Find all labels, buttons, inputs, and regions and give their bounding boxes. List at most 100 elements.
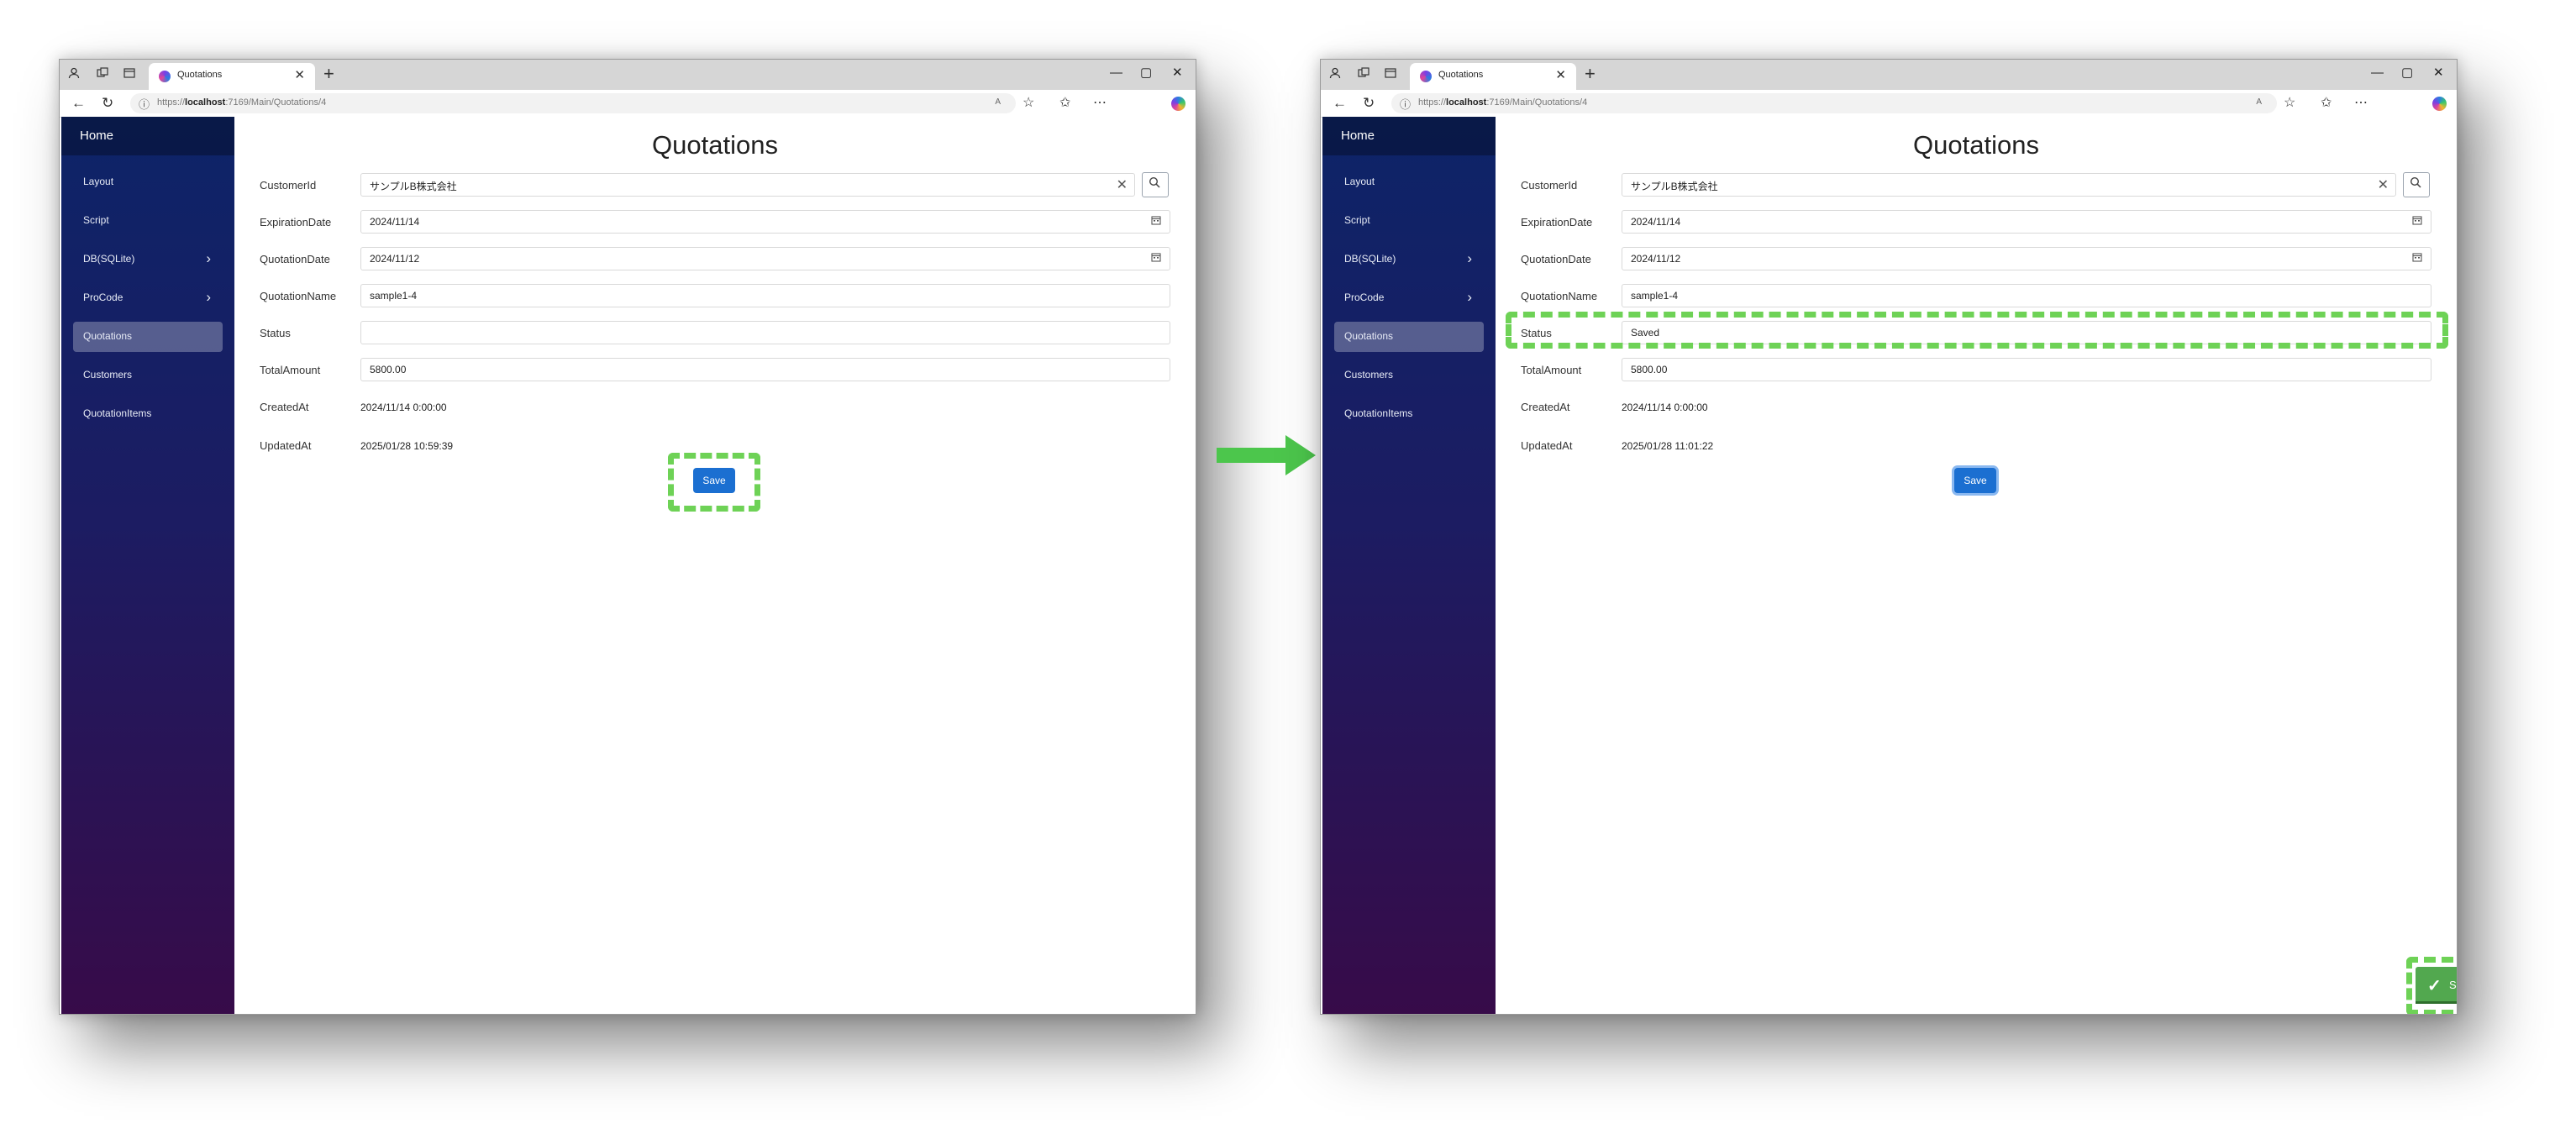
transition-arrow-icon: [1217, 435, 1316, 475]
customer-search-button[interactable]: [2403, 172, 2430, 197]
sidebar-home[interactable]: Home: [61, 117, 234, 155]
favorites-star-icon[interactable]: ☆: [2284, 95, 2295, 112]
updated-at-value: 2025/01/28 11:01:22: [1622, 440, 1714, 452]
sidebar-item-label: Customers: [83, 369, 133, 381]
sidebar-item-db-sqlite[interactable]: DB(SQLite) ›: [1334, 244, 1484, 275]
url-field[interactable]: ⓘ https://localhost:7169/Main/Quotations…: [130, 93, 1016, 113]
quotation-date-input[interactable]: 2024/11/12: [360, 247, 1170, 270]
sidebar-item-db-sqlite[interactable]: DB(SQLite) ›: [73, 244, 223, 275]
site-info-icon[interactable]: ⓘ: [139, 96, 150, 112]
back-icon[interactable]: ←: [71, 95, 86, 112]
expiration-date-input[interactable]: 2024/11/14: [1622, 210, 2431, 234]
tab-title: Quotations: [177, 70, 223, 80]
profile-icon[interactable]: [66, 67, 81, 82]
quotation-name-input[interactable]: sample1-4: [1622, 284, 2431, 307]
tab-actions-icon[interactable]: [1383, 67, 1398, 82]
customer-id-value: サンプルB株式会社: [1631, 181, 1718, 192]
sidebar-item-quotationitems[interactable]: QuotationItems: [1334, 399, 1484, 429]
copilot-icon[interactable]: [2432, 97, 2447, 111]
address-bar: ← ↻ ⓘ https://localhost:7169/Main/Quotat…: [60, 90, 1196, 118]
home-label: Home: [80, 129, 114, 143]
sidebar-item-layout[interactable]: Layout: [73, 167, 223, 197]
status-input[interactable]: [360, 321, 1170, 344]
sidebar-item-quotations[interactable]: Quotations: [1334, 322, 1484, 352]
search-icon: [2410, 176, 2421, 192]
minimize-icon[interactable]: —: [1110, 65, 1122, 81]
expiration-date-input[interactable]: 2024/11/14: [360, 210, 1170, 234]
search-icon: [1149, 176, 1160, 192]
sidebar-item-label: DB(SQLite): [1344, 253, 1396, 265]
site-favicon-icon: [159, 71, 171, 82]
maximize-icon[interactable]: ▢: [2401, 65, 2413, 81]
back-icon[interactable]: ←: [1333, 95, 1347, 112]
browser-tab[interactable]: Quotations ✕: [1410, 63, 1576, 90]
copilot-icon[interactable]: [1171, 97, 1185, 111]
maximize-icon[interactable]: ▢: [1140, 65, 1152, 81]
sidebar-item-label: Customers: [1344, 369, 1394, 381]
sidebar-item-layout[interactable]: Layout: [1334, 167, 1484, 197]
more-icon[interactable]: ⋯: [1093, 95, 1107, 112]
close-window-icon[interactable]: ✕: [1172, 65, 1183, 81]
total-amount-label: TotalAmount: [260, 364, 321, 376]
total-amount-input[interactable]: 5800.00: [360, 358, 1170, 381]
calendar-icon[interactable]: [1151, 252, 1161, 265]
new-tab-icon[interactable]: +: [1585, 63, 1596, 85]
site-info-icon[interactable]: ⓘ: [1400, 96, 1411, 112]
clear-icon[interactable]: ✕: [1117, 176, 1128, 193]
sidebar-item-customers[interactable]: Customers: [73, 360, 223, 391]
customer-id-input[interactable]: サンプルB株式会社 ✕: [1622, 173, 2396, 197]
sidebar-item-customers[interactable]: Customers: [1334, 360, 1484, 391]
chevron-right-icon: ›: [1467, 289, 1472, 305]
updated-at-label: UpdatedAt: [1521, 439, 1573, 452]
read-aloud-icon[interactable]: A: [2256, 97, 2262, 107]
sidebar-item-label: Layout: [83, 176, 114, 187]
calendar-icon[interactable]: [2412, 215, 2422, 228]
favorites-star-icon[interactable]: ☆: [1023, 95, 1034, 112]
new-tab-icon[interactable]: +: [323, 63, 334, 85]
save-button[interactable]: Save: [1954, 468, 1996, 493]
workspaces-icon[interactable]: [95, 67, 110, 82]
profile-icon[interactable]: [1327, 67, 1343, 82]
read-aloud-icon[interactable]: A: [995, 97, 1001, 107]
tab-title: Quotations: [1438, 70, 1484, 80]
chevron-right-icon: ›: [206, 289, 211, 305]
customer-id-input[interactable]: サンプルB株式会社 ✕: [360, 173, 1135, 197]
close-tab-icon[interactable]: ✕: [294, 67, 305, 82]
main-content: Quotations CustomerId サンプルB株式会社 ✕ Expira…: [234, 117, 1196, 1014]
sidebar-item-quotationitems[interactable]: QuotationItems: [73, 399, 223, 429]
url-field[interactable]: ⓘ https://localhost:7169/Main/Quotations…: [1391, 93, 2277, 113]
quotation-name-input[interactable]: sample1-4: [360, 284, 1170, 307]
updated-at-value: 2025/01/28 10:59:39: [360, 440, 454, 452]
sidebar-home[interactable]: Home: [1322, 117, 1496, 155]
refresh-icon[interactable]: ↻: [102, 95, 113, 112]
calendar-icon[interactable]: [2412, 252, 2422, 265]
refresh-icon[interactable]: ↻: [1363, 95, 1375, 112]
more-icon[interactable]: ⋯: [2354, 95, 2368, 112]
expiration-date-value: 2024/11/14: [1631, 216, 1681, 228]
page-title: Quotations: [652, 130, 778, 160]
tab-actions-icon[interactable]: [122, 67, 137, 82]
customer-search-button[interactable]: [1142, 172, 1169, 197]
sidebar-item-script[interactable]: Script: [1334, 206, 1484, 236]
sidebar-item-procode[interactable]: ProCode ›: [73, 283, 223, 313]
sidebar-item-quotations[interactable]: Quotations: [73, 322, 223, 352]
calendar-icon[interactable]: [1151, 215, 1161, 228]
clear-icon[interactable]: ✕: [2378, 176, 2389, 193]
browser-tab[interactable]: Quotations ✕: [149, 63, 315, 90]
close-window-icon[interactable]: ✕: [2433, 65, 2444, 81]
sidebar-item-label: Quotations: [1344, 330, 1394, 342]
expiration-date-label: ExpirationDate: [260, 216, 332, 228]
total-amount-input[interactable]: 5800.00: [1622, 358, 2431, 381]
collections-icon[interactable]: ✩: [1059, 95, 1070, 112]
sidebar-item-procode[interactable]: ProCode ›: [1334, 283, 1484, 313]
collections-icon[interactable]: ✩: [2321, 95, 2332, 112]
minimize-icon[interactable]: —: [2371, 65, 2384, 81]
quotation-date-input[interactable]: 2024/11/12: [1622, 247, 2431, 270]
workspaces-icon[interactable]: [1356, 67, 1371, 82]
close-tab-icon[interactable]: ✕: [1555, 67, 1566, 82]
quotation-name-value: sample1-4: [1631, 290, 1679, 302]
sidebar-item-script[interactable]: Script: [73, 206, 223, 236]
expiration-date-label: ExpirationDate: [1521, 216, 1593, 228]
sidebar: Home Layout Script DB(SQLite) › ProCode …: [1322, 117, 1496, 1014]
customer-id-value: サンプルB株式会社: [370, 181, 457, 192]
